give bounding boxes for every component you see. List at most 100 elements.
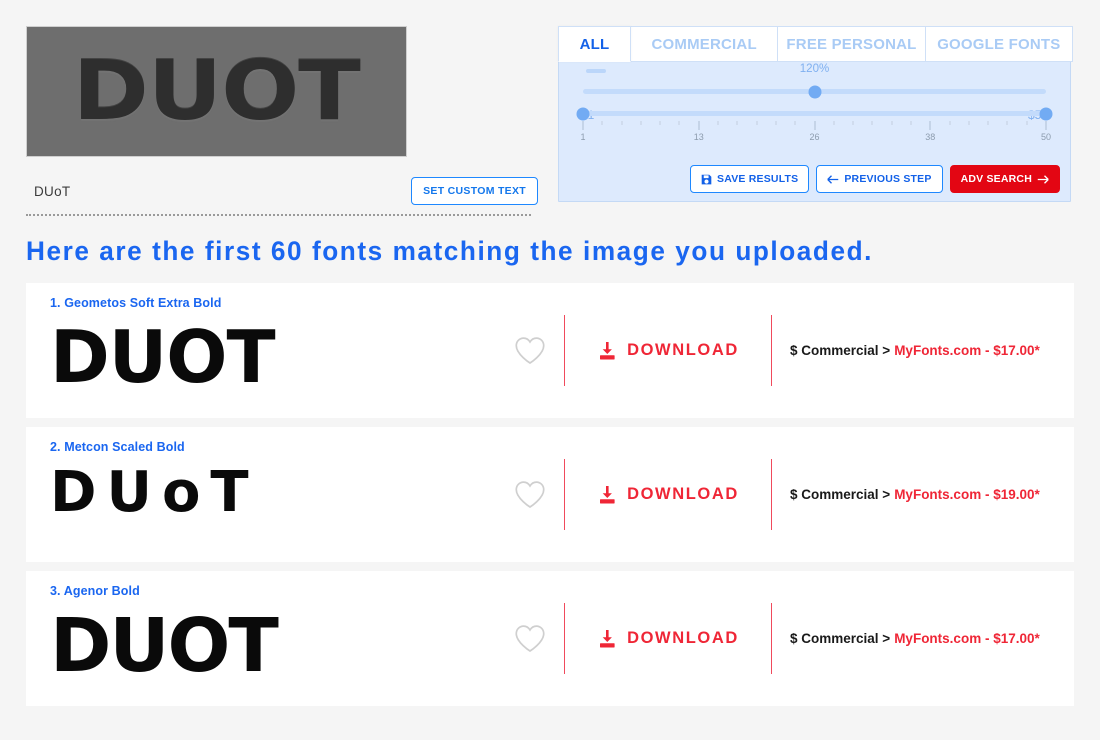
price-slider-block: $1 $50 113263850 <box>576 107 1053 143</box>
tab-free-personal[interactable]: FREE PERSONAL <box>778 26 926 62</box>
download-label: DOWNLOAD <box>627 485 739 503</box>
filter-panel: ALL COMMERCIAL FREE PERSONAL GOOGLE FONT… <box>558 26 1073 202</box>
filter-action-buttons: SAVE RESULTS PREVIOUS STEP ADV SEARCH <box>689 165 1060 193</box>
ruler-tick <box>794 121 796 125</box>
price-min-handle[interactable] <box>576 107 590 120</box>
ruler-tick <box>582 121 584 130</box>
filter-column: ALL COMMERCIAL FREE PERSONAL GOOGLE FONT… <box>558 26 1074 222</box>
download-icon <box>597 341 617 361</box>
ruler-tick <box>601 121 603 125</box>
size-slider-stub <box>586 69 606 73</box>
license-price-cell: $ Commercial > MyFonts.com - $17.00* <box>772 283 1074 418</box>
save-results-label: SAVE RESULTS <box>716 173 799 185</box>
size-slider-track[interactable] <box>583 85 1046 98</box>
ruler-tick <box>756 121 758 125</box>
ruler-tick <box>698 121 700 130</box>
ruler-tick <box>833 121 835 125</box>
size-slider-block: 120% <box>583 63 1046 98</box>
custom-text-value: DUoT <box>34 183 71 199</box>
font-sample-text: DUoT <box>50 460 259 525</box>
filter-sliders: 120% $1 $50 113263850 <box>559 63 1070 143</box>
font-preview-cell: 1. Geometos Soft Extra Bold DUOT <box>26 283 496 418</box>
font-name-link[interactable]: 2. Metcon Scaled Bold <box>50 440 185 454</box>
font-sample-text: DUOT <box>50 315 276 399</box>
ruler-tick <box>717 121 719 125</box>
ruler-tick <box>852 121 854 125</box>
vendor-price-link[interactable]: MyFonts.com - $17.00* <box>894 631 1040 646</box>
tab-free-personal-label: FREE PERSONAL <box>786 35 917 53</box>
arrow-right-icon <box>1037 174 1049 185</box>
arrow-left-icon <box>827 174 839 185</box>
download-button[interactable]: DOWNLOAD <box>564 603 772 674</box>
results-headline: Here are the first 60 fonts matching the… <box>26 236 873 266</box>
font-preview-cell: 3. Agenor Bold DUOT <box>26 571 496 706</box>
set-custom-text-button[interactable]: SET CUSTOM TEXT <box>411 177 538 205</box>
heart-icon <box>514 624 546 653</box>
tab-google-fonts[interactable]: GOOGLE FONTS <box>925 26 1073 62</box>
adv-search-label: ADV SEARCH <box>960 173 1032 185</box>
favorite-button[interactable] <box>496 571 564 706</box>
ruler-tick <box>949 121 951 125</box>
save-results-button[interactable]: SAVE RESULTS <box>689 165 810 193</box>
favorite-button[interactable] <box>496 283 564 418</box>
ruler-tick <box>1006 121 1008 125</box>
favorite-button[interactable] <box>496 427 564 562</box>
font-name-link[interactable]: 1. Geometos Soft Extra Bold <box>50 296 221 310</box>
result-card: 2. Metcon Scaled Bold DUoT DOWNLOAD $ Co… <box>26 427 1074 562</box>
vendor-price-link[interactable]: MyFonts.com - $19.00* <box>894 487 1040 502</box>
ruler-tick <box>814 121 815 130</box>
download-icon <box>597 485 617 505</box>
license-price-cell: $ Commercial > MyFonts.com - $17.00* <box>772 571 1074 706</box>
download-icon <box>597 629 617 649</box>
ruler-tick <box>1026 121 1028 125</box>
download-button[interactable]: DOWNLOAD <box>564 315 772 386</box>
ruler-tick-label: 13 <box>693 132 704 142</box>
ruler-tick <box>659 121 661 125</box>
license-type-label: $ Commercial > <box>790 487 891 502</box>
vendor-price-link[interactable]: MyFonts.com - $17.00* <box>894 343 1040 358</box>
ruler-tick <box>736 121 738 125</box>
ruler-tick <box>929 121 931 130</box>
ruler-tick <box>891 121 893 125</box>
heart-icon <box>514 480 546 509</box>
ruler-tick-label: 26 <box>809 132 820 142</box>
ruler-tick <box>1045 121 1047 130</box>
ruler-tick <box>968 121 970 125</box>
result-card: 1. Geometos Soft Extra Bold DUOT DOWNLOA… <box>26 283 1074 418</box>
ruler-tick <box>621 121 623 125</box>
adv-search-button[interactable]: ADV SEARCH <box>949 165 1060 193</box>
result-card: 3. Agenor Bold DUOT DOWNLOAD $ Commercia… <box>26 571 1074 706</box>
license-type-label: $ Commercial > <box>790 631 891 646</box>
ruler-tick <box>871 121 873 125</box>
ruler-tick <box>640 121 642 125</box>
previous-step-label: PREVIOUS STEP <box>844 173 932 185</box>
ruler-tick-label: 1 <box>580 132 586 142</box>
price-slider-track[interactable] <box>576 107 1053 120</box>
size-slider-handle[interactable] <box>808 85 821 98</box>
ruler-tick-label: 50 <box>1040 132 1052 142</box>
tab-google-fonts-label: GOOGLE FONTS <box>937 35 1061 53</box>
font-sample-text: DUOT <box>50 603 279 689</box>
tab-all[interactable]: ALL <box>558 26 631 62</box>
license-tabs: ALL COMMERCIAL FREE PERSONAL GOOGLE FONT… <box>558 26 1073 62</box>
previous-step-button[interactable]: PREVIOUS STEP <box>816 165 943 193</box>
font-name-link[interactable]: 3. Agenor Bold <box>50 584 140 598</box>
tab-commercial[interactable]: COMMERCIAL <box>631 26 779 62</box>
results-list: 1. Geometos Soft Extra Bold DUOT DOWNLOA… <box>0 283 1100 706</box>
top-section: DUOT DUoT SET CUSTOM TEXT ALL COMMERCIAL… <box>0 0 1100 222</box>
size-slider-value-label: 120% <box>799 63 830 75</box>
download-button[interactable]: DOWNLOAD <box>564 459 772 530</box>
save-floppy-icon <box>701 174 712 185</box>
heart-icon <box>514 336 546 365</box>
price-ruler: 1 13 26 38 50 <box>580 121 1051 143</box>
ruler-tick <box>910 121 912 125</box>
tab-commercial-label: COMMERCIAL <box>651 35 757 53</box>
download-label: DOWNLOAD <box>627 629 739 647</box>
uploaded-image-column: DUOT DUoT SET CUSTOM TEXT <box>26 26 558 222</box>
ruler-tick <box>987 121 989 125</box>
price-max-handle[interactable] <box>1039 107 1053 120</box>
dotted-divider <box>26 214 531 216</box>
license-price-cell: $ Commercial > MyFonts.com - $19.00* <box>772 427 1074 562</box>
uploaded-image-text: DUOT <box>72 43 361 139</box>
uploaded-image-preview: DUOT <box>26 26 407 157</box>
